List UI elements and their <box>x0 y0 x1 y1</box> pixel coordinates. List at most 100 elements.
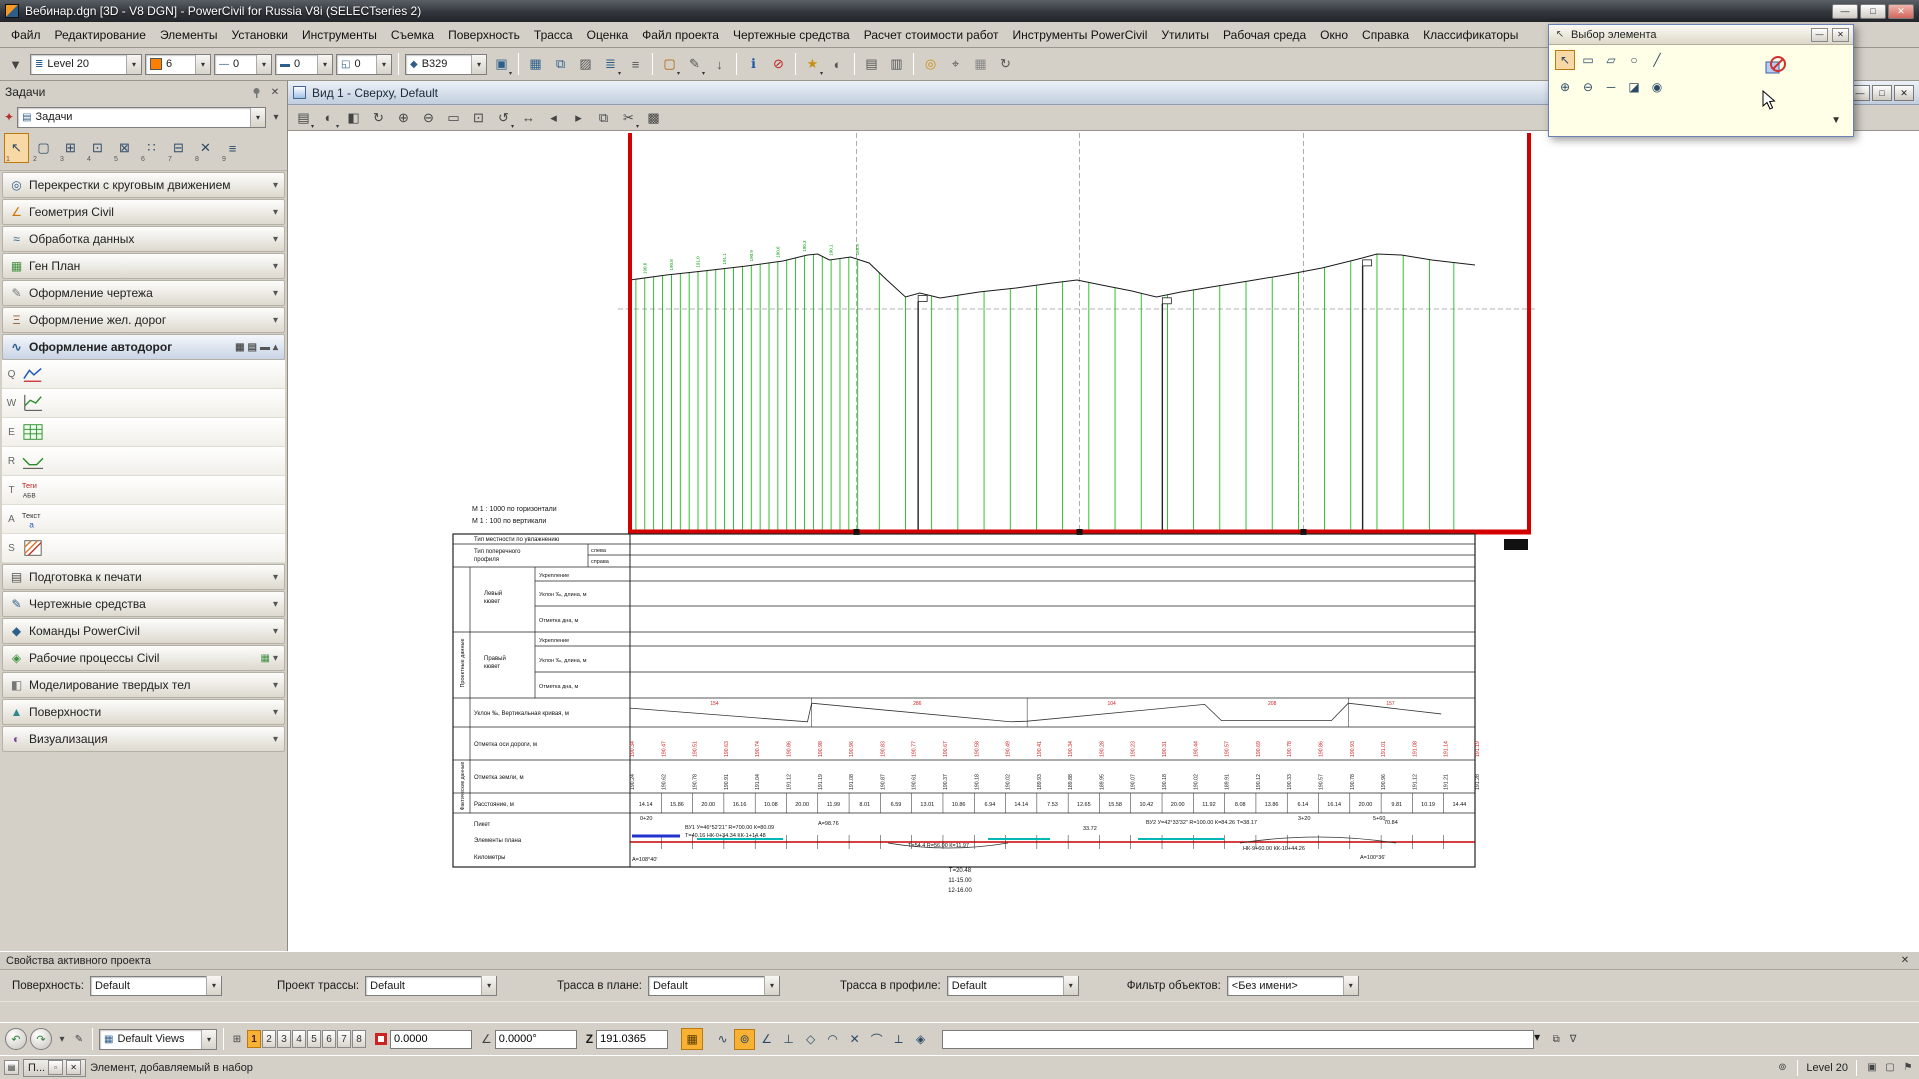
fence-tools-icon[interactable]: ▢▾ <box>658 53 681 76</box>
minimized-window-tab[interactable]: П... ▫ ✕ <box>23 1059 86 1077</box>
minimize-button[interactable]: — <box>1832 4 1858 19</box>
drop-element-icon[interactable]: ↓ <box>708 53 731 76</box>
menu-item-элементы[interactable]: Элементы <box>153 25 225 45</box>
saved-views-arrow[interactable]: ▾ <box>201 1030 216 1049</box>
dialog-expand-icon[interactable]: ▼ <box>1831 115 1841 126</box>
tool-cross-section[interactable]: R <box>2 447 285 476</box>
change-attributes-icon[interactable]: ✎▾ <box>683 53 706 76</box>
section-оформление-чертежа[interactable]: ✎Оформление чертежа▾ <box>2 280 285 306</box>
modify-toolbox-icon[interactable]: ⊟7 <box>166 133 191 163</box>
selection-set-icon[interactable]: ▣ <box>1865 1061 1879 1075</box>
raster-manager-icon[interactable]: ▨ <box>574 53 597 76</box>
expand-icon[interactable]: ▾ <box>273 288 278 299</box>
view-toggle-6[interactable]: 6 <box>322 1030 336 1048</box>
template-combo[interactable]: ◆ B329 ▾ <box>405 54 487 75</box>
view-toggle-2[interactable]: 2 <box>262 1030 276 1048</box>
menu-item-рабочая-среда[interactable]: Рабочая среда <box>1216 25 1313 45</box>
menu-item-файл[interactable]: Файл <box>4 25 48 45</box>
field-combo-arrow[interactable]: ▾ <box>1063 976 1078 995</box>
select-circle-icon[interactable]: ○ <box>1624 50 1644 70</box>
menu-item-утилиты[interactable]: Утилиты <box>1154 25 1216 45</box>
field-combo-трасса-в-профиле[interactable]: Default▾ <box>947 976 1079 996</box>
rotate-view-icon[interactable]: ↺▾ <box>492 106 515 129</box>
menu-item-съемка[interactable]: Съемка <box>384 25 441 45</box>
line-weight-combo-arrow[interactable]: ▾ <box>317 55 332 74</box>
tasks-more-icon[interactable]: ▾ <box>269 110 283 124</box>
zoom-out-icon[interactable]: ⊖ <box>417 106 440 129</box>
section-чертежные-средства[interactable]: ✎Чертежные средства▾ <box>2 591 285 617</box>
expand-icon[interactable]: ▾ <box>273 234 278 245</box>
tool-road-profile[interactable]: Q <box>2 360 285 389</box>
tool-table[interactable]: E <box>2 418 285 447</box>
zoom-in-icon[interactable]: ⊕ <box>392 106 415 129</box>
view-toggle-4[interactable]: 4 <box>292 1030 306 1048</box>
status-restore-icon[interactable]: ▤ <box>4 1060 19 1075</box>
section-оформление-жел-дорог[interactable]: ΞОформление жел. дорог▾ <box>2 307 285 333</box>
view-toggle-8[interactable]: 8 <box>352 1030 366 1048</box>
intersection-snap-icon[interactable]: ✕ <box>844 1029 865 1050</box>
select-single-mode-icon[interactable]: ─ <box>1601 77 1621 97</box>
line-style-combo[interactable]: — 0 ▾ <box>214 54 272 75</box>
delete-toolbox-icon[interactable]: ✕8 <box>193 133 218 163</box>
section-поверхности[interactable]: ▲Поверхности▾ <box>2 699 285 725</box>
element-selection-close-icon[interactable]: ✕ <box>1832 28 1849 42</box>
menu-item-инструменты[interactable]: Инструменты <box>295 25 384 45</box>
menu-item-оценка[interactable]: Оценка <box>580 25 636 45</box>
menu-item-трасса[interactable]: Трасса <box>527 25 580 45</box>
annotation-scale-icon[interactable]: ✎ <box>72 1032 86 1046</box>
snap-lock-icon[interactable]: ⊚ <box>1775 1061 1789 1075</box>
update-view-icon[interactable]: ↻ <box>367 106 390 129</box>
dgn-status-icon[interactable]: ⚑ <box>1901 1061 1915 1075</box>
view-toggle-7[interactable]: 7 <box>337 1030 351 1048</box>
level-combo-arrow[interactable]: ▾ <box>126 55 141 74</box>
render-tools-icon[interactable]: ★▾ <box>801 53 824 76</box>
view-maximize-button[interactable]: □ <box>1872 85 1892 101</box>
expand-icon[interactable]: ▾ <box>273 315 278 326</box>
select-overlap-mode-icon[interactable]: ◪ <box>1624 77 1644 97</box>
multi-snap-icon[interactable]: ◈ <box>910 1029 931 1050</box>
field-combo-фильтр-объектов[interactable]: <Без имени>▾ <box>1227 976 1359 996</box>
section-геометрия-civil[interactable]: ∠Геометрия Civil▾ <box>2 199 285 225</box>
expand-icon[interactable]: ▾ <box>273 707 278 718</box>
select-line-icon[interactable]: ╱ <box>1647 50 1667 70</box>
layout-option-icon-2[interactable]: ▤ <box>248 342 257 353</box>
copy-view-icon[interactable]: ⧉ <box>592 106 615 129</box>
expand-icon[interactable]: ▾ <box>273 680 278 691</box>
section-ген-план[interactable]: ▦Ген План▾ <box>2 253 285 279</box>
pin-icon[interactable] <box>249 85 263 99</box>
clip-volume-icon[interactable]: ✂▾ <box>617 106 640 129</box>
menu-item-инструменты-powercivil[interactable]: Инструменты PowerCivil <box>1006 25 1155 45</box>
layout-option-icon-3[interactable]: ▬ <box>260 342 270 353</box>
accudraw-compass-icon[interactable]: ◎ <box>919 53 942 76</box>
field-combo-arrow[interactable]: ▾ <box>206 976 221 995</box>
drawing-canvas[interactable]: 190.6190.8191.0191.1190.9190.6190.3190.1… <box>288 131 1919 951</box>
level-manager-icon[interactable]: ≣▾ <box>599 53 622 76</box>
select-block-icon[interactable]: ▭ <box>1578 50 1598 70</box>
template-combo-arrow[interactable]: ▾ <box>471 55 486 74</box>
tool-tags[interactable]: TТегиАБВ <box>2 476 285 505</box>
select-subtract-mode-icon[interactable]: ⊖ <box>1578 77 1598 97</box>
design-history-icon[interactable]: ↻ <box>994 53 1017 76</box>
view-history-dropdown-icon[interactable]: ▾ <box>55 1032 69 1046</box>
menu-item-справка[interactable]: Справка <box>1355 25 1416 45</box>
grid-config-icon[interactable]: ▦ <box>969 53 992 76</box>
pan-view-icon[interactable]: ↔ <box>517 106 540 129</box>
minimized-restore-icon[interactable]: ▫ <box>48 1060 63 1075</box>
menu-item-поверхность[interactable]: Поверхность <box>441 25 527 45</box>
element-information-icon[interactable]: ℹ <box>742 53 765 76</box>
status-active-level[interactable]: Level 20 <box>1806 1062 1848 1074</box>
field-combo-проект-трассы[interactable]: Default▾ <box>365 976 497 996</box>
saved-views-combo[interactable]: ▦ Default Views ▾ <box>99 1029 217 1050</box>
angle-input[interactable] <box>495 1030 577 1049</box>
line-style-combo-arrow[interactable]: ▾ <box>256 55 271 74</box>
accudraw-grid-button[interactable]: ▦ <box>681 1028 703 1050</box>
power-selector-icon[interactable] <box>1763 55 1787 82</box>
tool-hatch[interactable]: S <box>2 534 285 563</box>
close-button[interactable]: ✕ <box>1888 4 1914 19</box>
keyin-input[interactable] <box>942 1030 1534 1049</box>
expand-icon[interactable]: ▾ <box>273 207 278 218</box>
expand-icon[interactable]: ▾ <box>273 653 278 664</box>
origin-snap-icon[interactable]: ◠ <box>822 1029 843 1050</box>
view-toggle-1[interactable]: 1 <box>247 1030 261 1048</box>
z-coordinate-input[interactable] <box>596 1030 668 1049</box>
